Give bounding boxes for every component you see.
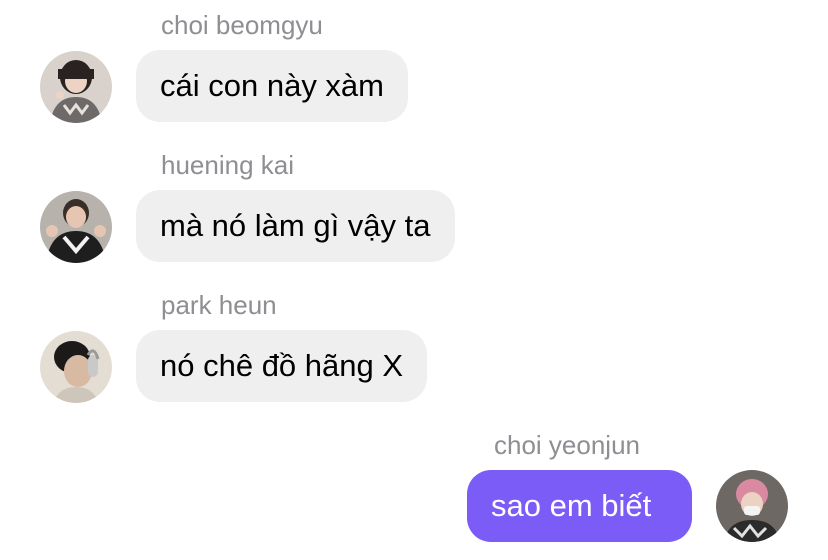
avatar[interactable]	[40, 191, 112, 263]
avatar[interactable]	[40, 331, 112, 403]
avatar-photo-icon	[40, 51, 112, 123]
avatar-photo-icon	[40, 191, 112, 263]
message-bubble[interactable]: nó chê đồ hãng X	[136, 330, 428, 402]
message-bubble[interactable]: cái con này xàm	[136, 50, 408, 122]
sender-name: huening kai	[161, 150, 294, 180]
message-bubble[interactable]: mà nó làm gì vậy ta	[136, 190, 455, 262]
message-bubble[interactable]: sao em biết	[467, 470, 692, 542]
sender-name: choi yeonjun	[494, 430, 640, 460]
sender-name: park heun	[161, 290, 277, 320]
avatar[interactable]	[40, 51, 112, 123]
sender-name: choi beomgyu	[161, 10, 323, 40]
avatar-photo-icon	[40, 331, 112, 403]
avatar[interactable]	[716, 470, 788, 542]
avatar-photo-icon	[716, 470, 788, 542]
